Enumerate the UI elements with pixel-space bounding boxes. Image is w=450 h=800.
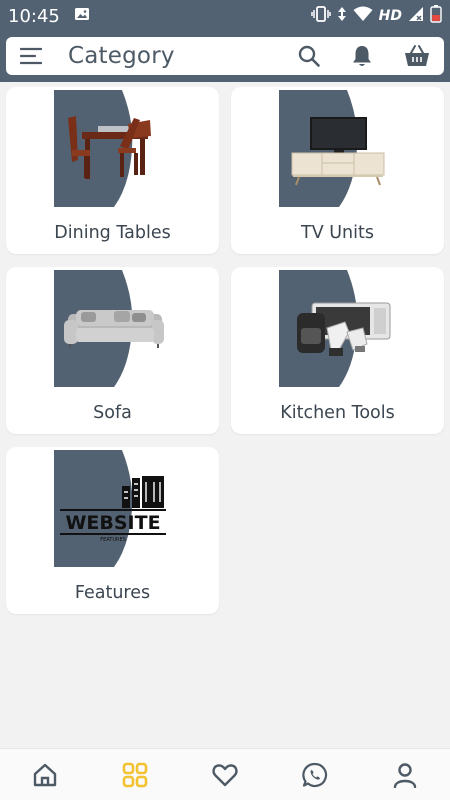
status-bar: 10:45 HD: [0, 0, 450, 32]
category-card-kitchen-tools[interactable]: Kitchen Tools: [231, 267, 444, 434]
svg-text:FEATURES: FEATURES: [100, 537, 126, 543]
category-card-dining-tables[interactable]: Dining Tables: [6, 87, 219, 254]
heart-icon[interactable]: [195, 749, 255, 800]
category-label: Dining Tables: [54, 223, 171, 243]
menu-icon[interactable]: [20, 47, 42, 65]
data-arrows-icon: [337, 6, 347, 26]
category-card-tv-units[interactable]: TV Units: [231, 87, 444, 254]
category-card-sofa[interactable]: Sofa: [6, 267, 219, 434]
website-features-logo-image: WEBSITE FEATURES: [54, 450, 172, 567]
kitchen-appliances-image: [279, 270, 397, 387]
svg-text:WEBSITE: WEBSITE: [65, 512, 160, 534]
category-label: TV Units: [301, 223, 374, 243]
app-bar: Category: [6, 37, 444, 75]
battery-icon: [430, 5, 442, 27]
search-icon[interactable]: [298, 45, 320, 67]
grid-icon[interactable]: [105, 749, 165, 800]
page-title: Category: [68, 43, 175, 69]
whatsapp-icon[interactable]: [285, 749, 345, 800]
image-notification-icon: [74, 6, 90, 26]
wifi-icon: [353, 6, 373, 26]
dining-table-image: [54, 90, 172, 207]
user-icon[interactable]: [375, 749, 435, 800]
sofa-image: [54, 270, 172, 387]
vibrate-icon: [310, 6, 331, 26]
shopping-basket-icon[interactable]: [404, 44, 430, 68]
status-time: 10:45: [8, 5, 60, 27]
category-label: Features: [74, 583, 151, 603]
network-type-label: HD: [378, 8, 402, 24]
signal-icon: [408, 6, 424, 26]
bell-icon[interactable]: [351, 44, 373, 68]
tv-unit-image: [279, 90, 397, 207]
category-card-features[interactable]: WEBSITE FEATURES Features: [6, 447, 219, 614]
category-grid: Dining Tables TV Units Sofa Kitchen Tool…: [6, 87, 444, 614]
category-label: Kitchen Tools: [280, 403, 395, 423]
bottom-navigation: [0, 748, 450, 800]
category-label: Sofa: [93, 403, 132, 423]
home-icon[interactable]: [15, 749, 75, 800]
